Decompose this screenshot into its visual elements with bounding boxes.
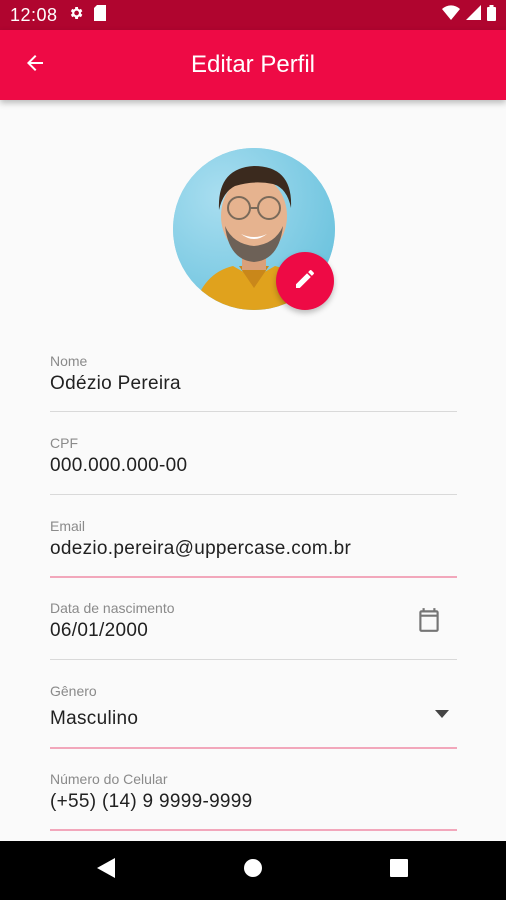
name-underline <box>50 411 457 412</box>
birth-date-field[interactable]: Data de nascimento 06/01/2000 <box>50 600 457 660</box>
home-circle-icon <box>243 858 263 883</box>
phone-label: Número do Celular <box>50 771 168 787</box>
birth-date-underline <box>50 659 457 660</box>
birth-date-value: 06/01/2000 <box>50 620 149 641</box>
nav-back-button[interactable] <box>76 841 136 900</box>
phone-value: (+55) (14) 9 9999-9999 <box>50 791 253 812</box>
gender-underline <box>50 747 457 749</box>
gender-dropdown[interactable]: Gênero Masculino <box>50 683 457 749</box>
phone-underline <box>50 829 457 831</box>
cpf-underline <box>50 494 457 495</box>
name-value: Odézio Pereira <box>50 373 181 394</box>
email-label: Email <box>50 518 86 534</box>
recents-square-icon <box>390 859 408 882</box>
email-field[interactable]: Email odezio.pereira@uppercase.com.br <box>50 518 457 578</box>
cpf-label: CPF <box>50 435 78 451</box>
wifi-icon <box>442 5 460 25</box>
gender-value: Masculino <box>50 708 139 729</box>
birth-date-label: Data de nascimento <box>50 600 175 616</box>
status-bar: 12:08 <box>0 0 506 30</box>
nav-home-button[interactable] <box>223 841 283 900</box>
system-nav-bar <box>0 841 506 900</box>
page-title: Editar Perfil <box>190 51 316 78</box>
status-left: 12:08 <box>10 4 106 26</box>
back-triangle-icon <box>97 858 115 883</box>
status-time: 12:08 <box>10 4 58 25</box>
dropdown-arrow-icon[interactable] <box>435 705 449 723</box>
gender-label: Gênero <box>50 683 97 699</box>
settings-icon <box>68 5 84 26</box>
email-value: odezio.pereira@uppercase.com.br <box>50 538 352 559</box>
calendar-icon[interactable] <box>416 606 442 639</box>
nav-recents-button[interactable] <box>369 841 429 900</box>
pencil-icon <box>293 267 317 296</box>
name-label: Nome <box>50 353 88 369</box>
edit-photo-button[interactable] <box>276 252 334 310</box>
email-underline <box>50 576 457 578</box>
name-field[interactable]: Nome Odézio Pereira <box>50 353 457 413</box>
battery-icon <box>487 4 496 26</box>
signal-icon <box>466 5 481 25</box>
cpf-field[interactable]: CPF 000.000.000-00 <box>50 435 457 495</box>
sim-card-icon <box>93 4 106 26</box>
profile-avatar-container <box>173 148 335 310</box>
phone-field[interactable]: Número do Celular (+55) (14) 9 9999-9999 <box>50 771 457 831</box>
app-bar: Editar Perfil <box>0 30 506 100</box>
cpf-value: 000.000.000-00 <box>50 455 188 476</box>
status-right <box>442 4 496 26</box>
